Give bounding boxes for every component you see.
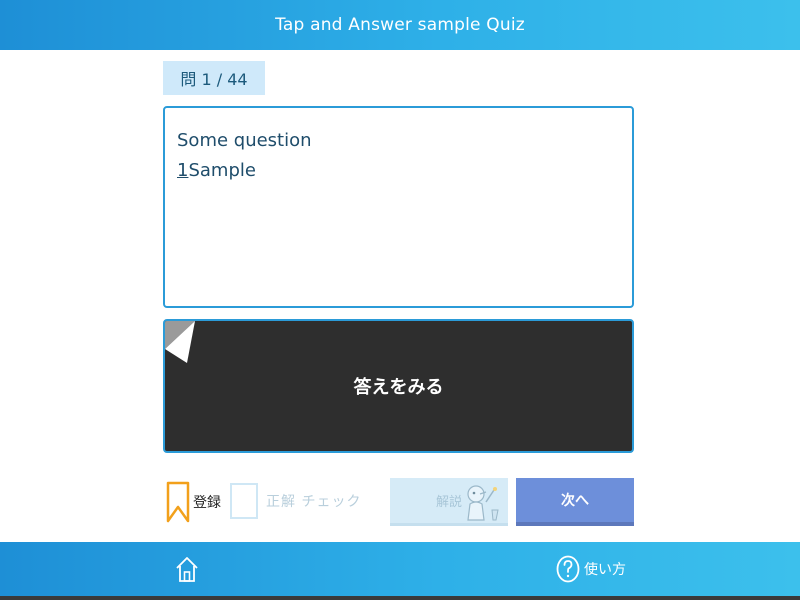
bookmark-label: 登録 (193, 495, 221, 511)
question-number-badge: 問 1 / 44 (163, 61, 265, 95)
bookmark-button[interactable]: 登録 (166, 481, 221, 523)
question-text: Some question 1Sample (177, 126, 312, 186)
check-label: 正解 チェック (266, 494, 362, 510)
footer-edge (0, 596, 800, 600)
app-title: Tap and Answer sample Quiz (275, 15, 525, 35)
question-box: Some question 1Sample (163, 106, 634, 308)
explanation-label: 解説 (436, 495, 463, 510)
page-curl-icon (165, 321, 195, 363)
answer-option[interactable]: 1Sample (177, 156, 312, 186)
question-line: Some question (177, 130, 312, 151)
help-button[interactable]: 使い方 (556, 555, 626, 583)
question-circle-icon (556, 555, 580, 583)
mascot-icon (467, 485, 499, 521)
home-icon[interactable] (174, 555, 200, 583)
footer-bar (0, 542, 800, 596)
explanation-button[interactable]: 解説 (390, 478, 508, 526)
bookmark-icon (166, 481, 190, 523)
correct-check-toggle[interactable]: 正解 チェック (230, 483, 361, 519)
option-number: 1 (177, 160, 189, 181)
show-answer-label: 答えをみる (353, 377, 444, 398)
option-text: Sample (188, 160, 256, 181)
app-header: Tap and Answer sample Quiz (0, 0, 800, 50)
help-label: 使い方 (584, 562, 626, 578)
show-answer-card[interactable]: 答えをみる (163, 319, 634, 453)
next-button[interactable]: 次へ (516, 478, 634, 526)
next-label: 次へ (561, 493, 589, 509)
check-box[interactable] (230, 483, 258, 519)
